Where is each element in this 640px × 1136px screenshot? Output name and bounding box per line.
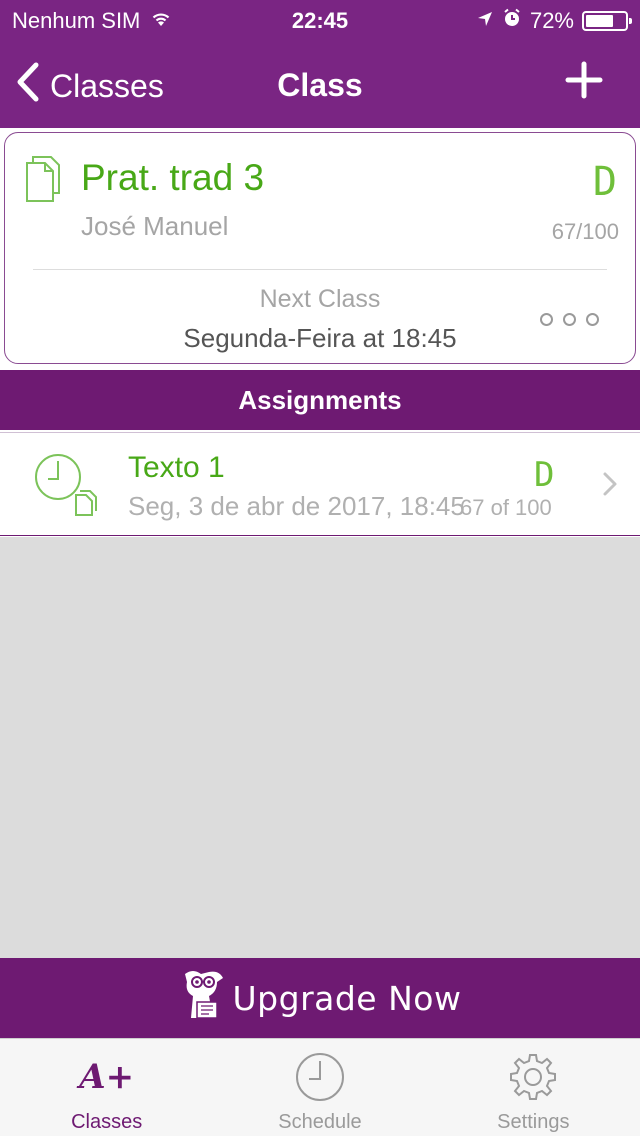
- assignment-title: Texto 1: [128, 451, 225, 484]
- battery-percent: 72%: [529, 8, 574, 33]
- more-dot-icon: [586, 313, 599, 326]
- card-divider: [33, 269, 607, 270]
- upgrade-banner[interactable]: Upgrade Now: [0, 958, 640, 1038]
- chevron-right-icon: [602, 471, 618, 502]
- tab-label-classes: Classes: [71, 1111, 143, 1133]
- class-card[interactable]: Prat. trad 3 José Manuel D 67/100 Next C…: [4, 132, 636, 364]
- assignment-score: 67 of 100: [460, 495, 552, 520]
- location-arrow-icon: [476, 8, 494, 34]
- more-options-button[interactable]: [540, 313, 599, 326]
- class-grade: D: [592, 159, 617, 205]
- tab-bar: A+ Classes Schedule Settings: [0, 1038, 640, 1136]
- more-dot-icon: [563, 313, 576, 326]
- mascot-icon: [179, 966, 227, 1031]
- tab-schedule[interactable]: Schedule: [213, 1039, 426, 1136]
- classes-tab-icon: A+: [79, 1051, 134, 1103]
- add-button[interactable]: [560, 56, 608, 104]
- teacher-name: José Manuel: [81, 211, 229, 241]
- header: Nenhum SIM 22:45 72% Classes Class: [0, 0, 640, 128]
- class-name: Prat. trad 3: [81, 157, 265, 198]
- empty-area: [0, 537, 640, 958]
- assignment-date: Seg, 3 de abr de 2017, 18:45: [128, 491, 465, 521]
- plus-icon: [565, 61, 603, 99]
- alarm-icon: [502, 8, 522, 34]
- next-class-time: Segunda-Feira at 18:45: [183, 323, 457, 353]
- tab-label-schedule: Schedule: [278, 1111, 362, 1133]
- assignment-clock-icon: [34, 451, 98, 522]
- upgrade-label: Upgrade Now: [232, 978, 462, 1018]
- next-class-label: Next Class: [259, 285, 381, 313]
- assignment-row[interactable]: Texto 1 Seg, 3 de abr de 2017, 18:45 D 6…: [0, 432, 640, 536]
- assignments-header: Assignments: [0, 370, 640, 430]
- battery-fill: [586, 15, 614, 27]
- clock-icon: [295, 1051, 345, 1103]
- tab-classes[interactable]: A+ Classes: [0, 1039, 213, 1136]
- status-bar: Nenhum SIM 22:45 72%: [0, 0, 640, 40]
- status-right: 72%: [476, 8, 632, 34]
- tab-label-settings: Settings: [497, 1111, 570, 1133]
- gear-icon: [508, 1051, 558, 1103]
- documents-icon: [25, 155, 65, 208]
- tab-settings[interactable]: Settings: [427, 1039, 640, 1136]
- battery-icon: [582, 11, 632, 31]
- more-dot-icon: [540, 313, 553, 326]
- assignment-grade: D: [534, 455, 555, 495]
- a-plus-icon: A+: [79, 1057, 135, 1097]
- class-card-container: Prat. trad 3 José Manuel D 67/100 Next C…: [0, 128, 640, 368]
- nav-bar: Classes Class: [0, 40, 640, 128]
- page-title: Class: [277, 67, 363, 103]
- class-score: 67/100: [551, 219, 619, 244]
